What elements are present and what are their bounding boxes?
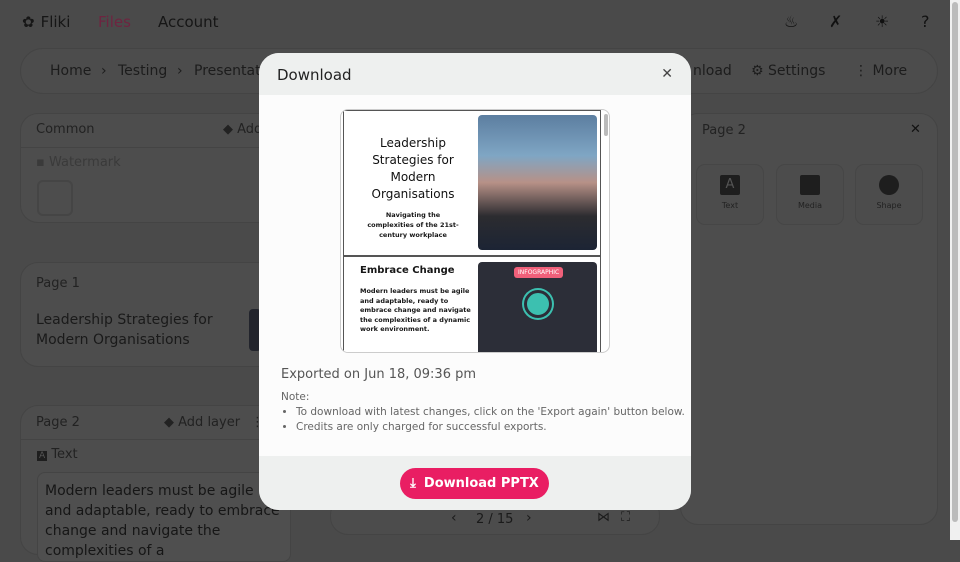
- share-icon[interactable]: ⋈: [597, 510, 610, 525]
- notes-list: To download with latest changes, click o…: [296, 405, 685, 435]
- fullscreen-icon[interactable]: ⛶: [621, 510, 630, 525]
- right-panel-title: Page 2: [702, 123, 746, 138]
- layers-icon: ◆: [164, 415, 179, 430]
- slide-preview-1: Leadership Strategies for Modern Organis…: [343, 110, 601, 256]
- brand[interactable]: ✿ Fliki: [22, 13, 70, 31]
- modal-title: Download: [277, 66, 352, 84]
- infographic-label: INFOGRAPHIC: [514, 267, 564, 278]
- note-item: To download with latest changes, click o…: [296, 405, 685, 420]
- page1-title: Page 1: [36, 276, 80, 291]
- scrollbar[interactable]: [950, 0, 960, 540]
- breadcrumb-testing[interactable]: Testing: [118, 63, 167, 79]
- close-icon[interactable]: ✕: [910, 122, 921, 137]
- text-icon: A: [37, 451, 48, 461]
- fire-icon[interactable]: ♨: [784, 12, 798, 31]
- fliki-logo-icon: ✿: [22, 13, 35, 31]
- layers-icon: ◆: [223, 122, 238, 137]
- close-icon[interactable]: ✕: [661, 66, 673, 82]
- modal-header: Download ✕: [259, 53, 691, 95]
- theme-icon[interactable]: ☀: [875, 12, 889, 31]
- tool-text[interactable]: A Text: [696, 164, 764, 225]
- breadcrumb-separator: ›: [101, 63, 107, 79]
- more-icon: ⋮: [854, 63, 873, 79]
- slide-infographic: INFOGRAPHIC: [478, 262, 597, 352]
- page2-text-input[interactable]: Modern leaders must be agile and adaptab…: [37, 472, 291, 562]
- page1-text[interactable]: Leadership Strategies for Modern Organis…: [36, 310, 221, 350]
- export-preview[interactable]: Leadership Strategies for Modern Organis…: [340, 109, 610, 353]
- page2-card: Page 2 ◆ Add layer ⋮ A Text Modern leade…: [20, 405, 291, 562]
- person-icon: [524, 290, 552, 318]
- gear-icon: ⚙: [751, 63, 769, 79]
- breadcrumb-presentation[interactable]: Presentati: [194, 63, 265, 79]
- nav-account[interactable]: Account: [158, 13, 219, 31]
- watermark-upload[interactable]: [37, 180, 73, 216]
- right-panel: Page 2 ✕ A Text Media Shape: [680, 113, 938, 525]
- add-layer-button[interactable]: ◆ Add layer: [164, 415, 240, 430]
- tool-shape[interactable]: Shape: [855, 164, 923, 225]
- page-indicator: 2 / 15: [476, 512, 514, 527]
- watermark-label: ▪ Watermark: [36, 155, 121, 170]
- text-icon: A: [720, 175, 740, 195]
- common-title: Common: [36, 122, 95, 137]
- common-card: Common ◆ Add ▪ Watermark: [20, 113, 291, 223]
- download-modal: Download ✕ Leadership Strategies for Mod…: [259, 53, 691, 510]
- next-page-icon[interactable]: ›: [526, 510, 532, 526]
- add-layer-button[interactable]: ◆ Add: [223, 122, 262, 137]
- breadcrumb-home[interactable]: Home: [50, 63, 91, 79]
- modal-footer: ⤓ Download PPTX: [259, 456, 691, 510]
- settings-button[interactable]: ⚙ Settings: [751, 63, 825, 79]
- top-nav: ✿ Fliki Files Account ♨ ✗ ☀ ?: [0, 0, 950, 46]
- note-label: Note:: [281, 391, 310, 403]
- slide-body: Modern leaders must be agile and adaptab…: [360, 287, 471, 333]
- media-icon: [800, 175, 820, 195]
- slide-title: Embrace Change: [360, 265, 455, 276]
- image-icon: ▪: [36, 155, 49, 170]
- shape-icon: [879, 175, 899, 195]
- slide-preview-2: Embrace Change Modern leaders must be ag…: [343, 256, 601, 352]
- page2-title: Page 2: [36, 415, 80, 430]
- slide-subtitle: Navigating the complexities of the 21st-…: [367, 211, 459, 239]
- breadcrumb-separator: ›: [177, 63, 183, 79]
- note-item: Credits are only charged for successful …: [296, 420, 685, 435]
- layer-label: A Text: [37, 447, 78, 462]
- preview-scrollbar[interactable]: [604, 114, 608, 136]
- download-pptx-button[interactable]: ⤓ Download PPTX: [400, 468, 549, 499]
- slide-photo: [478, 115, 597, 250]
- tool-media[interactable]: Media: [776, 164, 844, 225]
- help-icon[interactable]: ?: [921, 12, 930, 31]
- tools-icon[interactable]: ✗: [829, 12, 842, 31]
- page1-card[interactable]: Page 1 Leadership Strategies for Modern …: [20, 262, 290, 367]
- prev-page-icon[interactable]: ‹: [451, 510, 457, 526]
- more-button[interactable]: ⋮ More: [854, 63, 907, 79]
- export-timestamp: Exported on Jun 18, 09:36 pm: [281, 367, 477, 382]
- slide-title: Leadership Strategies for Modern Organis…: [371, 136, 455, 201]
- nav-files[interactable]: Files: [98, 13, 131, 31]
- download-button[interactable]: nload: [693, 63, 732, 79]
- download-icon: ⤓: [410, 476, 416, 491]
